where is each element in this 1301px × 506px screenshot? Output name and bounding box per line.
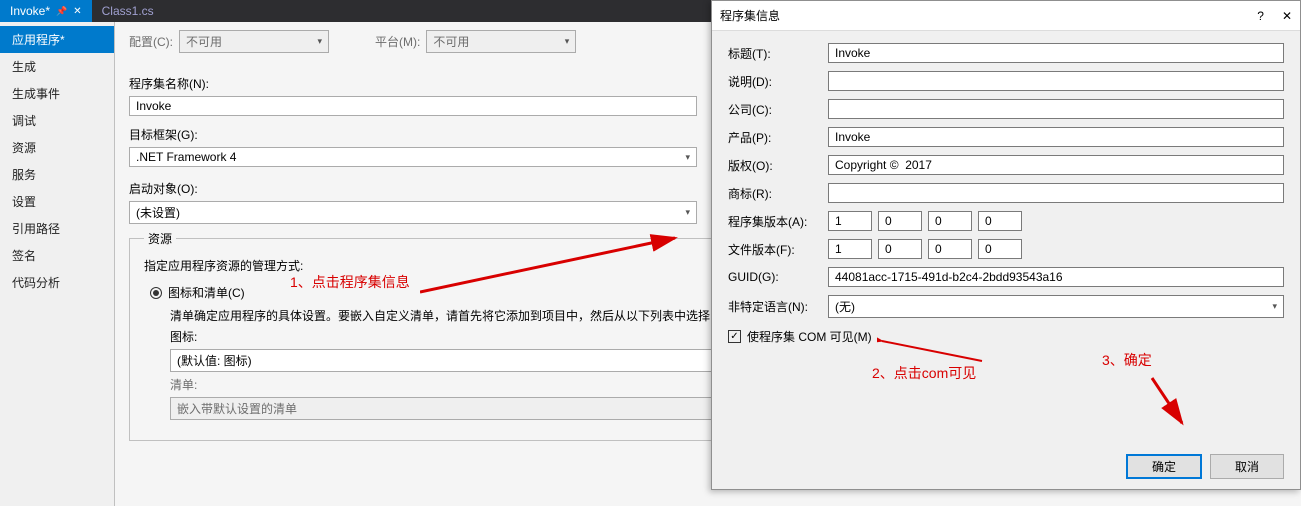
sidebar-item-code-analysis[interactable]: 代码分析 xyxy=(0,269,114,296)
dialog-titlebar: 程序集信息 ? ✕ xyxy=(712,1,1300,31)
sidebar-item-debug[interactable]: 调试 xyxy=(0,107,114,134)
dlg-file-ver-0[interactable] xyxy=(828,239,872,259)
dlg-file-ver-2[interactable] xyxy=(928,239,972,259)
dlg-guid-label: GUID(G): xyxy=(728,270,828,284)
check-icon: ✓ xyxy=(730,332,738,342)
properties-sidebar: 应用程序* 生成 生成事件 调试 资源 服务 设置 引用路径 签名 代码分析 xyxy=(0,22,115,506)
dlg-trademark-input[interactable] xyxy=(828,183,1284,203)
configuration-label: 配置(C): xyxy=(129,33,173,50)
dlg-title-label: 标题(T): xyxy=(728,45,828,62)
sidebar-item-build[interactable]: 生成 xyxy=(0,53,114,80)
tab-class1[interactable]: Class1.cs xyxy=(92,0,164,22)
radio-icon-manifest-label: 图标和清单(C) xyxy=(168,284,245,301)
platform-label: 平台(M): xyxy=(375,33,420,50)
arrow-3 xyxy=(1142,373,1192,433)
assembly-name-label: 程序集名称(N): xyxy=(129,75,697,92)
dlg-trademark-label: 商标(R): xyxy=(728,185,828,202)
startup-object-label: 启动对象(O): xyxy=(129,180,697,197)
dlg-assembly-version-label: 程序集版本(A): xyxy=(728,213,828,230)
resources-legend: 资源 xyxy=(144,230,176,247)
chevron-down-icon: ▾ xyxy=(1272,301,1277,312)
annotation-3: 3、确定 xyxy=(1102,350,1152,370)
platform-combo: 不可用▾ xyxy=(426,30,576,53)
help-icon[interactable]: ? xyxy=(1257,9,1264,23)
chevron-down-icon: ▾ xyxy=(685,207,690,218)
dlg-guid-input[interactable] xyxy=(828,267,1284,287)
sidebar-item-services[interactable]: 服务 xyxy=(0,161,114,188)
dlg-com-visible-checkbox[interactable]: ✓ xyxy=(728,330,741,343)
sidebar-item-resources[interactable]: 资源 xyxy=(0,134,114,161)
dlg-neutral-language-label: 非特定语言(N): xyxy=(728,298,828,315)
dlg-file-version-label: 文件版本(F): xyxy=(728,241,828,258)
chevron-down-icon: ▾ xyxy=(685,152,690,163)
cancel-button[interactable]: 取消 xyxy=(1210,454,1284,479)
sidebar-item-reference-paths[interactable]: 引用路径 xyxy=(0,215,114,242)
target-framework-label: 目标框架(G): xyxy=(129,126,697,143)
dlg-title-input[interactable] xyxy=(828,43,1284,63)
sidebar-item-signing[interactable]: 签名 xyxy=(0,242,114,269)
ok-button[interactable]: 确定 xyxy=(1126,454,1202,479)
close-icon[interactable]: ✕ xyxy=(1282,9,1292,23)
dlg-file-ver-1[interactable] xyxy=(878,239,922,259)
startup-object-combo[interactable]: (未设置)▾ xyxy=(129,201,697,224)
pin-icon: 📌 xyxy=(56,6,67,17)
dlg-company-label: 公司(C): xyxy=(728,101,828,118)
dlg-asm-ver-3[interactable] xyxy=(978,211,1022,231)
dlg-file-ver-3[interactable] xyxy=(978,239,1022,259)
chevron-down-icon: ▾ xyxy=(565,36,570,47)
dlg-description-label: 说明(D): xyxy=(728,73,828,90)
dialog-title: 程序集信息 xyxy=(720,7,780,24)
dlg-neutral-language-combo[interactable]: (无)▾ xyxy=(828,295,1284,318)
annotation-2: 2、点击com可见 xyxy=(872,363,976,383)
dlg-product-label: 产品(P): xyxy=(728,129,828,146)
sidebar-item-settings[interactable]: 设置 xyxy=(0,188,114,215)
sidebar-item-application[interactable]: 应用程序* xyxy=(0,26,114,53)
tab-label: Class1.cs xyxy=(102,4,154,18)
dlg-copyright-label: 版权(O): xyxy=(728,157,828,174)
dlg-asm-ver-0[interactable] xyxy=(828,211,872,231)
dlg-com-visible-label: 使程序集 COM 可见(M) xyxy=(747,328,872,345)
chevron-down-icon: ▾ xyxy=(317,36,322,47)
dlg-asm-ver-2[interactable] xyxy=(928,211,972,231)
assembly-info-dialog: 程序集信息 ? ✕ 标题(T): 说明(D): 公司(C): 产品(P): 版权… xyxy=(711,0,1301,490)
radio-icon-manifest[interactable] xyxy=(150,287,162,299)
dlg-copyright-input[interactable] xyxy=(828,155,1284,175)
dlg-asm-ver-1[interactable] xyxy=(878,211,922,231)
tab-invoke[interactable]: Invoke* 📌 ✕ xyxy=(0,0,92,22)
dlg-description-input[interactable] xyxy=(828,71,1284,91)
target-framework-combo[interactable]: .NET Framework 4▾ xyxy=(129,147,697,167)
tab-label: Invoke* xyxy=(10,4,50,18)
sidebar-item-build-events[interactable]: 生成事件 xyxy=(0,80,114,107)
dlg-product-input[interactable] xyxy=(828,127,1284,147)
assembly-name-input[interactable] xyxy=(129,96,697,116)
configuration-combo: 不可用▾ xyxy=(179,30,329,53)
dlg-company-input[interactable] xyxy=(828,99,1284,119)
close-icon[interactable]: ✕ xyxy=(73,6,81,17)
